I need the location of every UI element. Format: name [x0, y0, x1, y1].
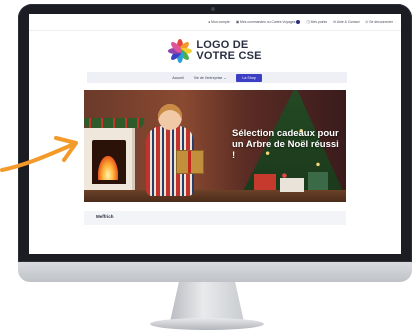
chevron-down-icon: ⌄	[223, 75, 227, 80]
arrow-annotation-icon	[0, 136, 78, 172]
webcam-icon	[211, 7, 215, 11]
main-nav: Accueil Vie de l'entreprise ⌄ La Shop	[87, 72, 347, 83]
monitor-chin	[18, 262, 412, 282]
section-title: Meffrich	[96, 214, 114, 219]
hero-banner[interactable]: Sélection cadeaux pour un Arbre de Noël …	[84, 90, 346, 202]
child-head	[158, 104, 182, 130]
fire-icon	[98, 156, 118, 180]
hero-title: Sélection cadeaux pour un Arbre de Noël …	[232, 128, 339, 161]
held-gift-icon	[176, 150, 204, 174]
gift-icon	[280, 178, 304, 192]
gift-icon	[308, 172, 328, 190]
garland-decoration	[84, 118, 144, 128]
screen-content: Accueil Vie de l'entreprise ⌄ La Shop Sé…	[29, 14, 401, 254]
floor	[84, 190, 346, 202]
monitor-stand-base	[150, 318, 264, 330]
monitor-stand	[170, 282, 244, 322]
gift-icon	[254, 174, 276, 190]
nav-home[interactable]: Accueil	[172, 76, 184, 80]
nav-shop-button[interactable]: La Shop	[236, 73, 262, 82]
section-header: Meffrich	[84, 211, 346, 225]
nav-entreprise[interactable]: Vie de l'entreprise ⌄	[194, 76, 227, 80]
